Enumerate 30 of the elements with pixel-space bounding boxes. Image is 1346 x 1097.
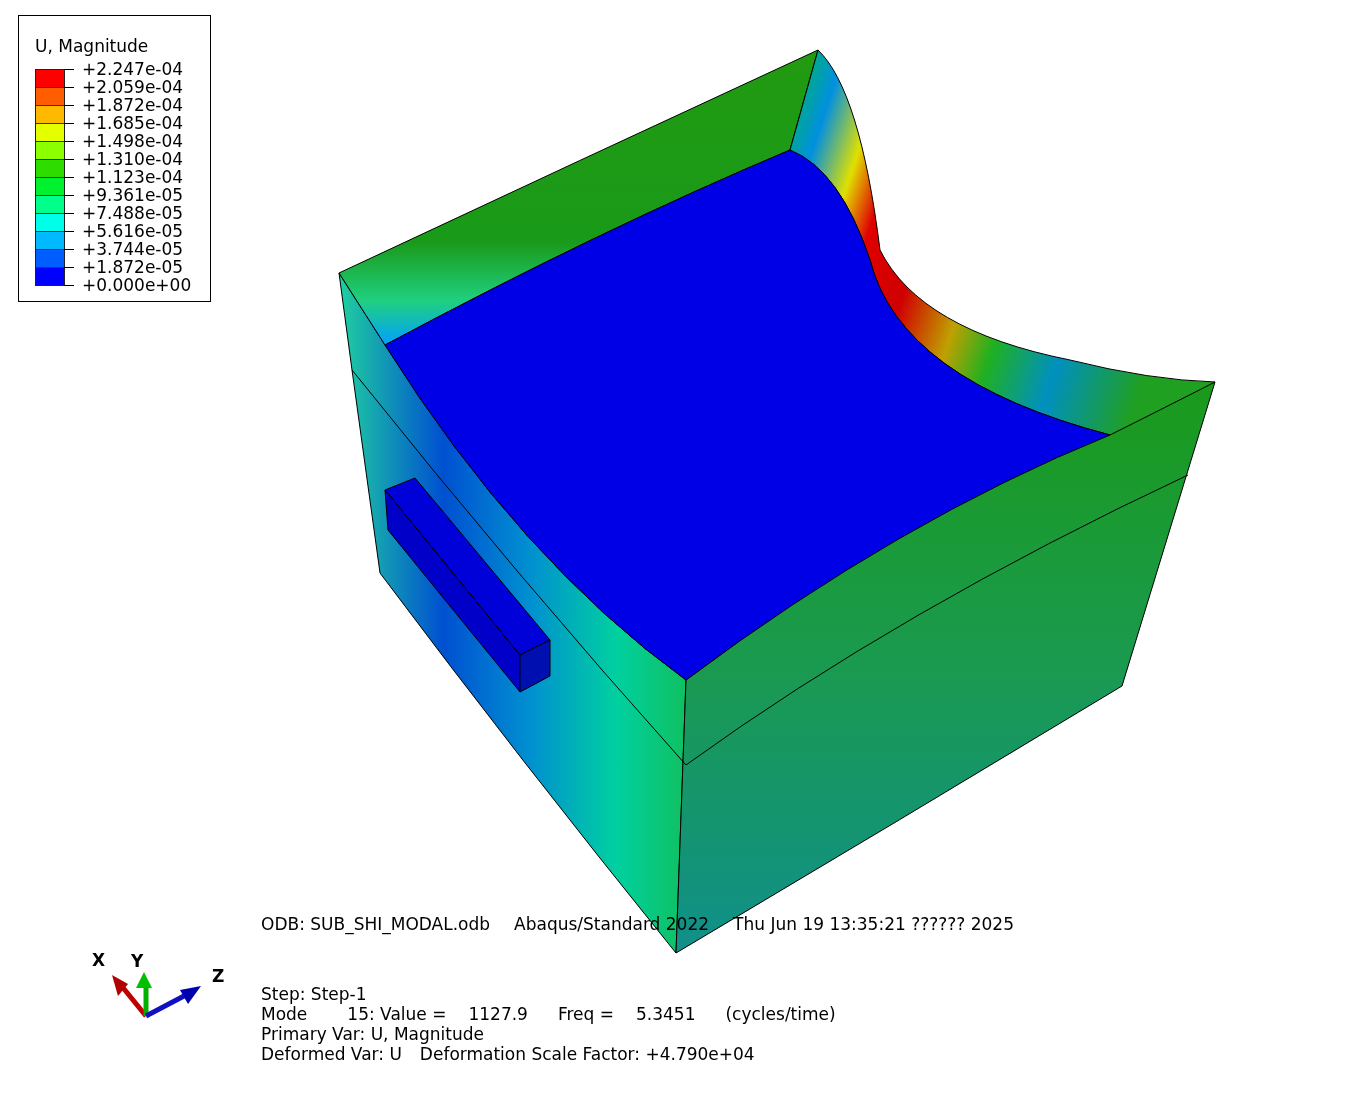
info-text: Deformed Var: U	[261, 1044, 402, 1064]
y-axis-label: Y	[131, 952, 144, 970]
legend-title: U, Magnitude	[35, 36, 149, 56]
info-text: Step: Step-1	[261, 984, 367, 1004]
legend-tick-label: +2.059e-04	[82, 78, 184, 96]
info-text: (cycles/time)	[725, 1004, 836, 1024]
legend-tick-label: +1.685e-04	[82, 114, 184, 132]
info-text: Freq =	[557, 1004, 614, 1024]
legend-tick-label: +1.498e-04	[82, 132, 184, 150]
legend-tick-label: +1.310e-04	[82, 150, 184, 168]
info-text: 1127.9	[468, 1004, 528, 1024]
info-text: Mode	[261, 1004, 308, 1024]
x-axis-label: X	[92, 951, 106, 969]
legend-tick-label: +1.123e-04	[82, 168, 184, 186]
header-text: ODB: SUB_SHI_MODAL.odb	[261, 914, 491, 934]
legend-tick-label: +0.000e+00	[82, 276, 192, 294]
info-text: 15: Value =	[347, 1004, 447, 1024]
legend-tick-label: +2.247e-04	[82, 60, 184, 78]
legend-tick-label: +1.872e-04	[82, 96, 184, 114]
axis-triad-icon	[112, 972, 201, 1019]
info-text: Primary Var: U, Magnitude	[261, 1024, 484, 1044]
legend-tick-label: +5.616e-05	[82, 222, 184, 240]
legend-tick-label: +3.744e-05	[82, 240, 184, 258]
z-axis-label: Z	[212, 967, 225, 985]
info-text: 5.3451	[636, 1004, 696, 1024]
info-text: Deformation Scale Factor: +4.790e+04	[419, 1044, 755, 1064]
header-text: Thu Jun 19 13:35:21 ?????? 2025	[733, 914, 1014, 934]
legend-tick-label: +1.872e-05	[82, 258, 184, 276]
legend-tick-label: +9.361e-05	[82, 186, 184, 204]
legend-tick-label: +7.488e-05	[82, 204, 184, 222]
